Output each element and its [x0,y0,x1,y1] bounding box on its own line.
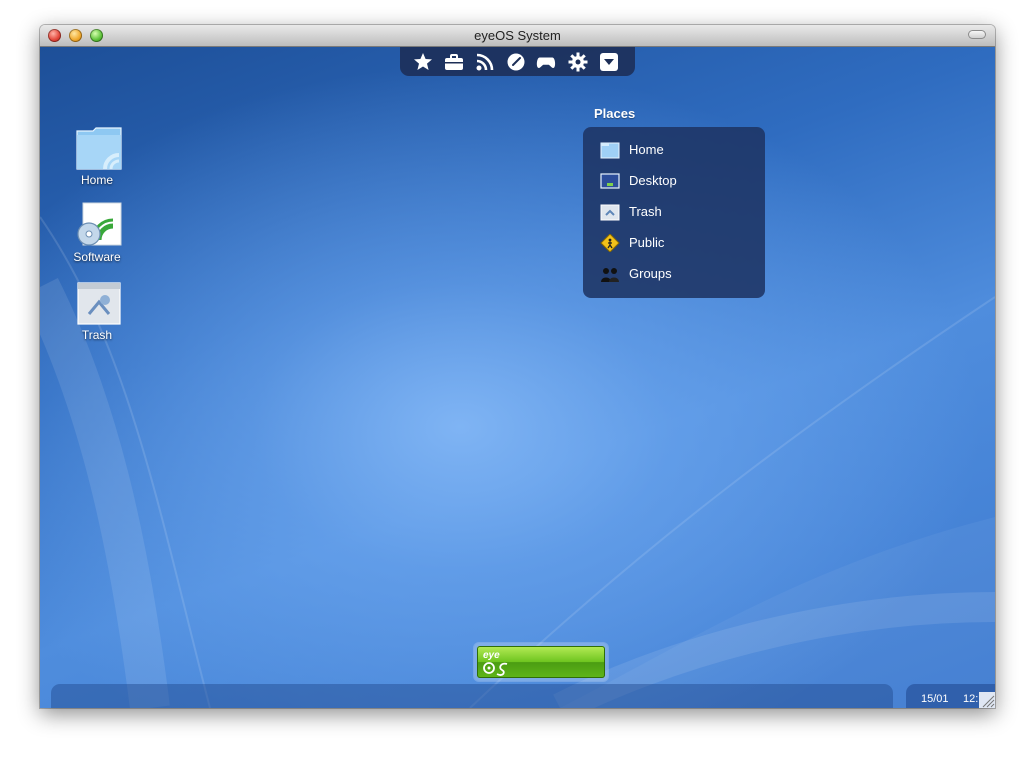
places-item-desktop[interactable]: Desktop [583,168,765,194]
desktop-icon-label: Trash [81,328,113,342]
desktop-icon-label: Home [80,173,113,187]
desktop[interactable]: Places Home Desktop Trash Public Groups … [40,47,995,708]
star-icon[interactable] [413,52,433,72]
window-title: eyeOS System [474,28,561,43]
eyeos-logo: eye [477,646,605,678]
trash-icon [77,282,121,325]
eyeos-logo-mark: eye [483,650,508,676]
places-item-label: Desktop [629,173,677,188]
places-item-label: Groups [629,266,672,281]
desktop-icon [600,173,620,189]
groups-icon [601,268,619,282]
trash-icon [600,204,620,221]
places-item-groups[interactable]: Groups [583,261,765,287]
desktop-icon-software[interactable]: Software [52,202,142,274]
software-icon [77,202,122,246]
dropdown-icon[interactable] [599,52,619,72]
eyeos-window: eyeOS System Places Home Desktop Trash P… [40,25,995,708]
folder-icon [600,142,620,159]
top-dock [400,47,635,76]
places-menu-title: Places [594,106,636,121]
desktop-icon-trash[interactable]: Trash [52,280,142,352]
places-item-label: Home [629,142,664,157]
rss-icon[interactable] [475,52,495,72]
places-item-trash[interactable]: Trash [583,199,765,225]
clock-icon[interactable] [506,52,526,72]
resize-grip-icon[interactable] [979,692,995,708]
gear-icon[interactable] [568,52,588,72]
clock-time: 12: [963,693,979,705]
public-sign-icon [600,234,620,252]
gamepad-icon[interactable] [536,52,556,72]
places-item-label: Trash [629,204,662,219]
desktop-icon-label: Software [73,250,121,264]
title-bar[interactable]: eyeOS System [40,25,995,47]
eyeos-launcher-button[interactable]: eye [474,643,608,681]
taskbar[interactable] [51,684,893,708]
places-item-home[interactable]: Home [583,137,765,163]
places-item-label: Public [629,235,665,250]
toolbar-toggle-button[interactable] [968,30,986,39]
wallpaper-swoosh [40,216,995,708]
home-folder-icon [76,127,122,170]
places-item-public[interactable]: Public [583,230,765,256]
clock-date: 15/01 [921,693,949,705]
desktop-icon-home[interactable]: Home [52,125,142,197]
svg-text:eye: eye [483,650,500,661]
briefcase-icon[interactable] [444,52,464,72]
places-menu: Home Desktop Trash Public Groups [583,127,765,298]
